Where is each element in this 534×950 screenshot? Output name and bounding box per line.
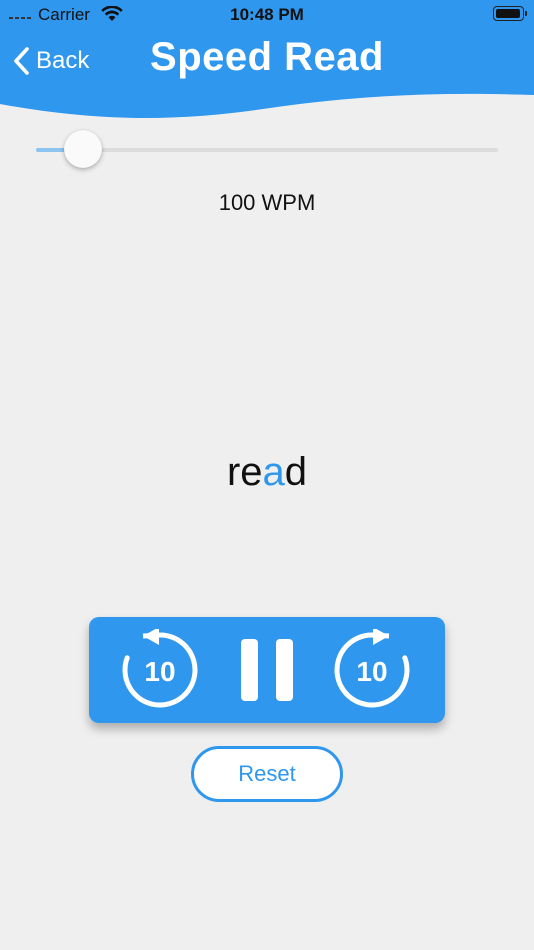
battery-icon (493, 6, 527, 21)
word-display: read (0, 450, 534, 495)
skip-forward-button[interactable]: 10 (331, 629, 413, 711)
pause-button[interactable] (226, 629, 308, 711)
pause-icon (241, 639, 293, 701)
skip-back-seconds: 10 (144, 656, 175, 687)
slider-track[interactable] (36, 148, 498, 152)
wpm-label: 100 WPM (218, 190, 316, 215)
word-suffix: d (284, 450, 308, 494)
playback-controls: 10 10 (89, 617, 445, 723)
status-time: 10:48 PM (230, 5, 304, 24)
skip-forward-seconds: 10 (356, 656, 387, 687)
status-bar: Carrier 10:48 PM (0, 0, 534, 30)
rotate-back-10-icon: 10 (122, 629, 198, 708)
word-prefix: re (226, 450, 263, 494)
word-focus-letter: a (262, 450, 285, 494)
slider-thumb[interactable] (64, 130, 102, 168)
rotate-forward-10-icon: 10 (334, 629, 410, 708)
skip-back-button[interactable]: 10 (119, 629, 201, 711)
page-title: Speed Read (150, 35, 384, 79)
speed-slider[interactable] (36, 130, 498, 170)
reset-button[interactable]: Reset (191, 746, 343, 802)
